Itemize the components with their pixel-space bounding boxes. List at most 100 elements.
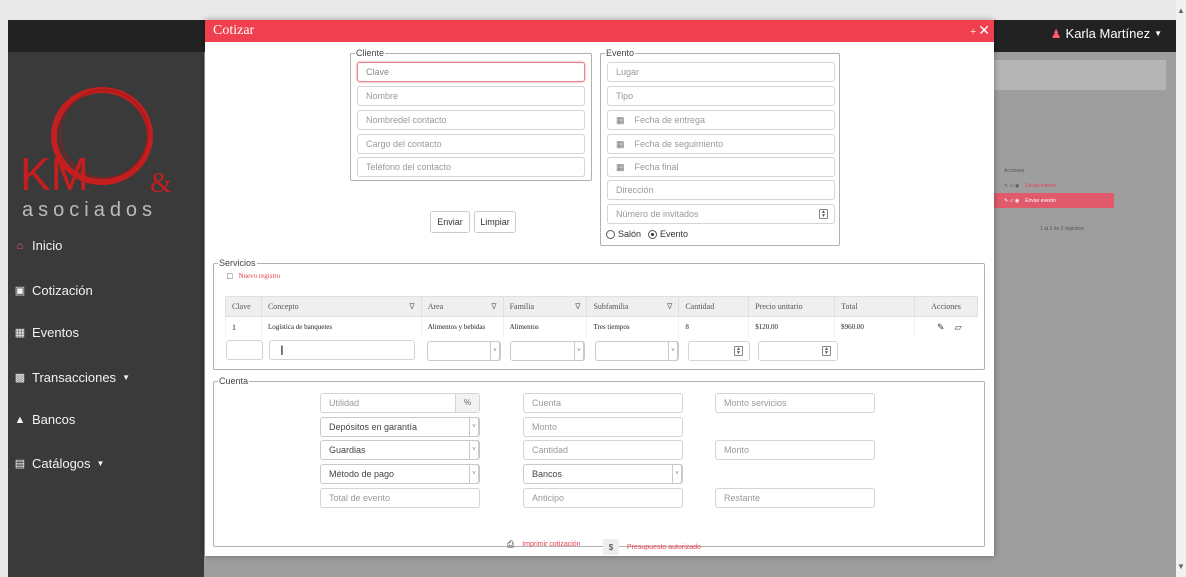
new-cantidad-input[interactable]: ▲ ▼: [688, 341, 750, 361]
page-scrollbar[interactable]: [1176, 0, 1186, 577]
cell-area: Alimentos y bebidas: [420, 316, 504, 338]
sidebar-item-catalogos[interactable]: ▤ Catálogos ▼: [14, 456, 105, 471]
col-subfamilia[interactable]: Subfamilia ∇: [586, 296, 680, 317]
new-record-link[interactable]: □ Nuevo registro: [227, 271, 280, 281]
direccion-input[interactable]: Dirección: [607, 180, 835, 200]
col-precio[interactable]: Precio unitario: [748, 296, 836, 317]
cantidad-input[interactable]: Cantidad: [523, 440, 683, 460]
fecha-final-input[interactable]: ▦ Fecha final: [607, 157, 835, 177]
nombre-input[interactable]: Nombre: [357, 86, 585, 106]
home-icon: ⌂: [16, 239, 24, 252]
spinner-icon: ▲ ▼: [819, 209, 828, 219]
calendar-icon: ▦: [616, 114, 625, 125]
caret-down-icon: ▼: [96, 459, 105, 468]
filter-icon: ∇: [491, 302, 497, 311]
presupuesto-autorizado-link[interactable]: $ Presupuesto autorizado: [603, 539, 701, 555]
chevron-down-icon: ˅: [668, 341, 678, 361]
scroll-down-icon[interactable]: ▼: [1177, 562, 1185, 571]
new-subfamilia-select[interactable]: ˅: [595, 341, 679, 361]
bank-icon: ▲: [14, 413, 26, 426]
col-cantidad[interactable]: Cantidad: [678, 296, 750, 317]
svg-text:KM: KM: [20, 148, 89, 200]
col-concepto[interactable]: Concepto ∇: [260, 296, 422, 317]
col-area[interactable]: Area ∇: [420, 296, 504, 317]
limpiar-button[interactable]: Limpiar: [474, 211, 516, 233]
background-table-header: Acciones: [1004, 167, 1025, 174]
new-area-select[interactable]: ˅: [427, 341, 501, 361]
printer-icon: ⎙: [507, 539, 515, 549]
sidebar-item-cotizacion[interactable]: ▣ Cotización: [14, 283, 93, 298]
cart-icon: ▣: [14, 285, 26, 297]
total-evento-input[interactable]: Total de evento: [320, 488, 480, 508]
enviar-button[interactable]: Enviar: [430, 211, 470, 233]
radio-evento[interactable]: Evento: [648, 229, 688, 239]
telefono-input[interactable]: Teléfono del contacto: [357, 157, 585, 177]
anticipo-input[interactable]: Anticipo: [523, 488, 683, 508]
background-table: Acciones ✎ ▱ ◉ Enviar evento ✎ ▱ ◉ Enviar …: [994, 163, 1114, 208]
cell-precio: $120.00: [748, 316, 835, 338]
company-logo: KM & asociados: [14, 54, 194, 224]
fecha-seguimiento-input[interactable]: ▦ Fecha de seguimiento: [607, 134, 835, 154]
filter-icon: ∇: [409, 302, 415, 311]
caret-down-icon: ▼: [1154, 29, 1162, 38]
cotizar-modal: Cotizar + ✕ Cliente Clave Nombre Nombred…: [205, 20, 994, 556]
metodo-pago-select[interactable]: Método de pago ˅: [320, 464, 480, 484]
cliente-legend: Cliente: [356, 48, 385, 58]
svg-text:asociados: asociados: [22, 199, 157, 221]
contacto-input[interactable]: Nombredel contacto: [357, 110, 585, 130]
calendar-icon: ▦: [616, 138, 625, 149]
tipo-input[interactable]: Tipo: [607, 86, 835, 106]
lugar-input[interactable]: Lugar: [607, 62, 835, 82]
text-cursor-icon: I: [280, 342, 284, 358]
new-concepto-input[interactable]: I: [269, 340, 415, 360]
monto-servicios-input[interactable]: Monto servicios: [715, 393, 875, 413]
monto-input[interactable]: Monto: [523, 417, 683, 437]
table-row: 1 Logística de banquetes Alimentos y beb…: [225, 316, 978, 338]
clave-input[interactable]: Clave: [357, 62, 585, 82]
chevron-down-icon: ˅: [672, 464, 682, 484]
sidebar-item-eventos[interactable]: ▦ Eventos: [14, 325, 79, 340]
spinner-icon: ▲ ▼: [822, 346, 831, 356]
cuenta-input[interactable]: Cuenta: [523, 393, 683, 413]
col-total[interactable]: Total: [834, 296, 916, 317]
evento-legend: Evento: [606, 48, 635, 58]
new-precio-input[interactable]: ▲ ▼: [758, 341, 838, 361]
new-familia-select[interactable]: ˅: [510, 341, 585, 361]
sidebar-item-bancos[interactable]: ▲ Bancos: [14, 412, 76, 427]
bancos-select[interactable]: Bancos ˅: [523, 464, 683, 484]
col-acciones: Acciones: [914, 296, 978, 317]
imprimir-cotizacion-link[interactable]: ⎙ Imprimir cotización: [507, 539, 581, 550]
invitados-input[interactable]: Número de invitados ▲ ▼: [607, 204, 835, 224]
cell-total: $960.00: [834, 316, 915, 338]
user-menu[interactable]: ♟ Karla Martínez ▼: [1051, 26, 1162, 41]
minimize-button[interactable]: +: [970, 26, 976, 38]
svg-text:&: &: [150, 168, 172, 199]
new-clave-input[interactable]: [226, 340, 263, 360]
chevron-down-icon: ˅: [469, 417, 479, 437]
percent-addon: %: [455, 394, 479, 412]
sidebar-item-transacciones[interactable]: ▩ Transacciones ▼: [14, 370, 130, 385]
trash-icon[interactable]: ▱: [955, 322, 962, 333]
utilidad-input[interactable]: Utilidad%: [320, 393, 480, 413]
table-header-row: Clave Concepto ∇ Area ∇ Familia ∇ Subfamili…: [225, 296, 978, 317]
col-familia[interactable]: Familia ∇: [502, 296, 588, 317]
close-button[interactable]: ✕: [978, 23, 990, 40]
sidebar-item-inicio[interactable]: ⌂ Inicio: [14, 238, 63, 253]
guardias-select[interactable]: Guardias ˅: [320, 440, 480, 460]
cargo-input[interactable]: Cargo del contacto: [357, 134, 585, 154]
scroll-up-icon[interactable]: ▲: [1177, 6, 1185, 15]
col-clave[interactable]: Clave: [225, 296, 262, 317]
depositos-select[interactable]: Depósitos en garantía ˅: [320, 417, 480, 437]
edit-icon[interactable]: ✎: [937, 322, 945, 333]
radio-salon[interactable]: Salón: [606, 229, 641, 239]
monto2-input[interactable]: Monto: [715, 440, 875, 460]
dollar-icon: $: [603, 539, 619, 555]
background-table-row: ✎ ▱ ◉ Enviar evento: [1004, 182, 1056, 189]
modal-header: Cotizar + ✕: [205, 20, 994, 42]
calendar-icon: ▦: [14, 327, 26, 339]
chevron-down-icon: ˅: [469, 440, 479, 460]
cuenta-legend: Cuenta: [219, 376, 249, 386]
spinner-icon: ▲ ▼: [734, 346, 743, 356]
fecha-entrega-input[interactable]: ▦ Fecha de entrega: [607, 110, 835, 130]
restante-input[interactable]: Restante: [715, 488, 875, 508]
